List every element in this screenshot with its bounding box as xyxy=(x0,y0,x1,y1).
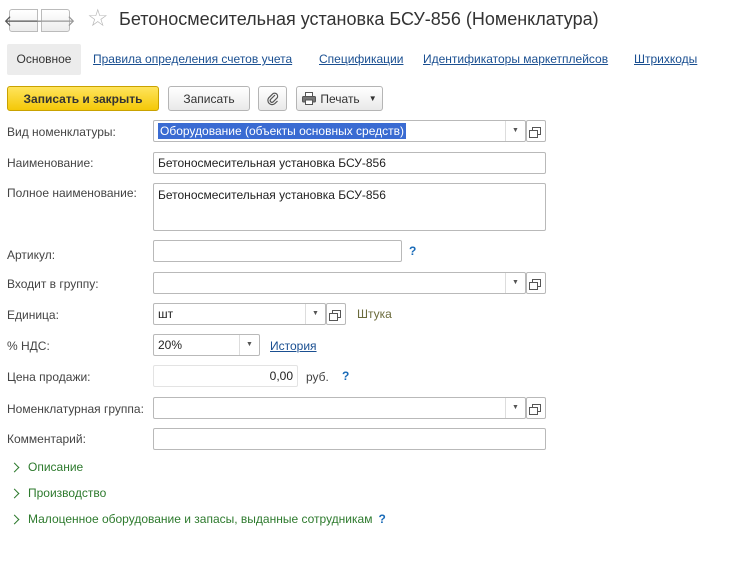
tab-specifications[interactable]: Спецификации xyxy=(319,44,403,75)
comment-label: Комментарий: xyxy=(7,432,86,446)
chevron-right-icon xyxy=(9,514,20,524)
chevron-down-icon[interactable]: ▼ xyxy=(239,335,259,355)
article-help[interactable]: ? xyxy=(409,244,416,258)
save-button[interactable]: Записать xyxy=(168,86,250,111)
price-field[interactable]: 0,00 xyxy=(153,365,298,387)
group-label: Входит в группу: xyxy=(7,277,99,291)
vid-field[interactable]: Оборудование (объекты основных средств) … xyxy=(153,120,526,142)
group-low-value-equipment[interactable]: Малоценное оборудование и запасы, выданн… xyxy=(9,512,386,526)
vid-open-button[interactable] xyxy=(526,120,546,142)
unit-field[interactable]: шт ▼ xyxy=(153,303,326,325)
print-button[interactable]: Печать ▼ xyxy=(296,86,383,111)
open-icon xyxy=(528,404,541,415)
group-description[interactable]: Описание xyxy=(9,460,84,474)
chevron-right-icon xyxy=(9,488,20,498)
chevron-down-icon[interactable]: ▼ xyxy=(505,121,525,141)
attach-button[interactable] xyxy=(258,86,287,111)
price-help[interactable]: ? xyxy=(342,369,349,383)
arrow-right-icon: 🡒 xyxy=(35,13,76,30)
chevron-down-icon[interactable]: ▼ xyxy=(305,304,325,324)
group-production-label: Производство xyxy=(28,486,107,500)
full-name-label: Полное наименование: xyxy=(7,186,137,200)
chevron-down-icon[interactable]: ▼ xyxy=(505,398,525,418)
vid-label: Вид номенклатуры: xyxy=(7,125,116,139)
unit-open-button[interactable] xyxy=(326,303,346,325)
group-low-value-help[interactable]: ? xyxy=(378,512,385,526)
page-title: Бетоносмесительная установка БСУ-856 (Но… xyxy=(119,9,599,29)
group-open-button[interactable] xyxy=(526,272,546,294)
chevron-down-icon[interactable]: ▼ xyxy=(505,273,525,293)
tab-barcodes[interactable]: Штрихкоды xyxy=(634,44,697,75)
group-production[interactable]: Производство xyxy=(9,486,107,500)
tab-marketplace-ids[interactable]: Идентификаторы маркетплейсов xyxy=(423,44,608,75)
group-field[interactable]: ▼ xyxy=(153,272,526,294)
chevron-down-icon: ▼ xyxy=(368,94,377,103)
vat-label: % НДС: xyxy=(7,339,50,353)
article-label: Артикул: xyxy=(7,248,56,262)
star-icon[interactable]: ☆ xyxy=(87,6,109,32)
unit-hint: Штука xyxy=(357,307,392,321)
comment-field[interactable] xyxy=(153,428,546,450)
article-field[interactable] xyxy=(153,240,402,262)
open-icon xyxy=(528,279,541,290)
tab-account-rules[interactable]: Правила определения счетов учета xyxy=(93,44,292,75)
nom-group-open-button[interactable] xyxy=(526,397,546,419)
open-icon xyxy=(328,310,341,321)
chevron-right-icon xyxy=(9,462,20,472)
save-and-close-button[interactable]: Записать и закрыть xyxy=(7,86,159,111)
back-button[interactable]: 🡐 xyxy=(3,9,44,32)
nom-group-label: Номенклатурная группа: xyxy=(7,402,144,416)
forward-button[interactable]: 🡒 xyxy=(35,9,76,32)
nom-group-field[interactable]: ▼ xyxy=(153,397,526,419)
full-name-field[interactable]: Бетоносмесительная установка БСУ-856 xyxy=(153,183,546,231)
group-description-label: Описание xyxy=(28,460,84,474)
price-currency: руб. xyxy=(306,370,329,384)
vat-value: 20% xyxy=(158,338,183,352)
vid-value: Оборудование (объекты основных средств) xyxy=(158,123,406,139)
print-label: Печать xyxy=(320,91,360,106)
open-icon xyxy=(528,127,541,138)
price-label: Цена продажи: xyxy=(7,370,91,384)
tab-main[interactable]: Основное xyxy=(7,44,81,75)
vat-field[interactable]: 20% ▼ xyxy=(153,334,260,356)
unit-label: Единица: xyxy=(7,308,59,322)
name-label: Наименование: xyxy=(7,156,94,170)
printer-icon xyxy=(302,92,317,105)
vat-history-link[interactable]: История xyxy=(270,339,317,353)
paperclip-icon xyxy=(266,92,278,105)
name-field[interactable]: Бетоносмесительная установка БСУ-856 xyxy=(153,152,546,174)
group-low-value-label: Малоценное оборудование и запасы, выданн… xyxy=(28,512,373,526)
unit-value: шт xyxy=(158,307,174,321)
